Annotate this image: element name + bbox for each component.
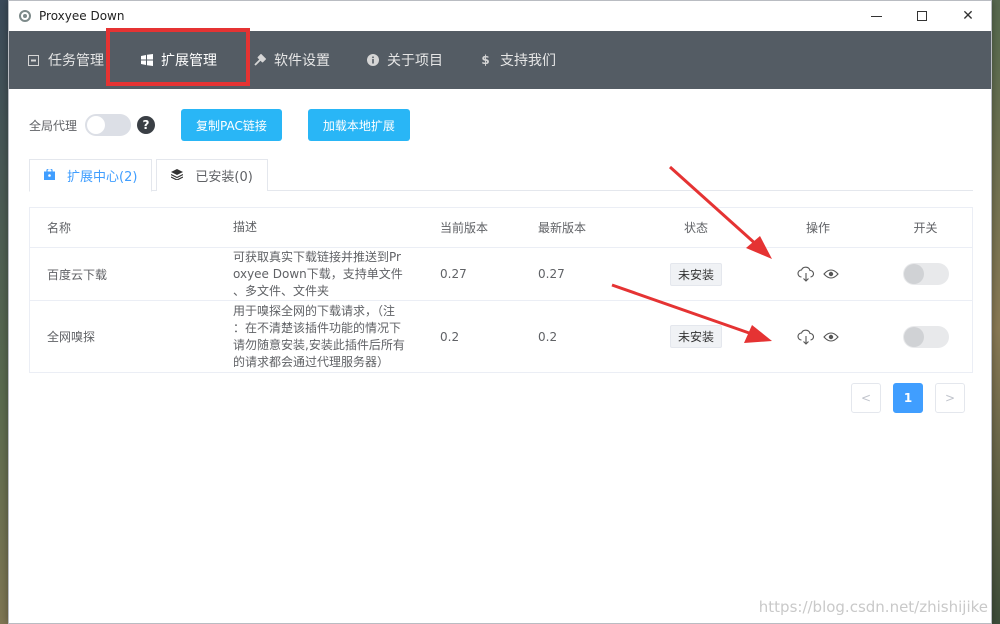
nav-item-label: 任务管理 — [48, 53, 104, 69]
tab-label: 已安装(0) — [195, 170, 253, 185]
page-number-button[interactable]: 1 — [893, 383, 923, 413]
layers-icon — [171, 168, 184, 183]
minimize-button[interactable] — [853, 1, 899, 31]
description-line: 用于嗅探全网的下载请求，（注 — [233, 303, 396, 318]
info-icon — [366, 54, 379, 67]
column-header-current-version: 当前版本 — [440, 221, 489, 235]
description-line: 的请求都会通过代理服务器） — [233, 354, 390, 369]
task-icon — [27, 54, 40, 67]
highlight-annotation — [106, 28, 250, 86]
column-header-description: 描述 — [233, 220, 258, 234]
tab-label: 扩展中心(2) — [67, 170, 138, 185]
description-line: oxyee Down下载，支持单文件 — [233, 266, 403, 281]
latest-version: 0.27 — [538, 267, 565, 281]
maximize-button[interactable] — [899, 1, 945, 31]
window-title: Proxyee Down — [39, 9, 125, 23]
copy-pac-button[interactable]: 复制PAC链接 — [181, 109, 282, 141]
column-header-status: 状态 — [683, 221, 708, 235]
latest-version: 0.2 — [538, 329, 558, 344]
nav-item-settings[interactable]: 软件设置 — [235, 31, 348, 89]
help-icon[interactable]: ? — [137, 116, 156, 134]
main-content: 全局代理 ? 复制PAC链接 加载本地扩展 扩展中心(2) 已安装(0) 名称 … — [9, 89, 991, 433]
status-cell: 未安装 — [635, 262, 757, 286]
column-header-name: 名称 — [47, 221, 72, 235]
nav-item-label: 软件设置 — [274, 53, 330, 69]
extension-switch[interactable] — [902, 325, 949, 348]
close-button[interactable]: ✕ — [945, 1, 991, 31]
current-version: 0.27 — [440, 267, 467, 281]
column-header-latest-version: 最新版本 — [538, 221, 587, 235]
window-controls: ✕ — [853, 1, 991, 31]
load-local-extension-button[interactable]: 加载本地扩展 — [307, 109, 410, 141]
status-cell: 未安装 — [635, 325, 757, 348]
eye-icon[interactable] — [823, 268, 839, 280]
status-badge: 未安装 — [669, 262, 722, 286]
extension-name: 全网嗅探 — [47, 330, 96, 344]
global-proxy-label: 全局代理 — [29, 118, 78, 133]
description-line: 可获取真实下载链接并推送到Pr — [233, 249, 401, 264]
toolbar: 全局代理 ? 复制PAC链接 加载本地扩展 — [29, 109, 971, 141]
next-page-button[interactable]: > — [935, 383, 965, 413]
nav-item-label: 支持我们 — [500, 53, 556, 69]
actions-cell — [757, 266, 879, 282]
cloud-download-icon[interactable] — [797, 329, 815, 345]
extension-table: 名称 描述 当前版本 最新版本 状态 操作 开关 百度云下载 可获取真实下载链接… — [29, 207, 973, 373]
description-line: ：在不清楚该插件功能的情况下 — [233, 320, 402, 335]
watermark: https://blog.csdn.net/zhishijike — [758, 598, 988, 616]
app-window: Proxyee Down ✕ 任务管理 扩展管理 软件设置 关于项目 $ 支持我… — [8, 0, 992, 624]
extension-name: 百度云下载 — [47, 267, 108, 282]
extension-description: 可获取真实下载链接并推送到Pr oxyee Down下载，支持单文件 、多文件、… — [233, 249, 436, 300]
description-line: 、多文件、文件夹 — [233, 283, 330, 298]
actions-cell — [757, 329, 879, 345]
eye-icon[interactable] — [823, 331, 839, 343]
maximize-icon — [917, 11, 927, 21]
extension-switch[interactable] — [902, 263, 949, 285]
switch-cell — [879, 325, 972, 348]
global-proxy-switch[interactable] — [85, 114, 132, 136]
cloud-download-icon[interactable] — [797, 266, 815, 282]
pagination: < 1 > — [29, 383, 973, 413]
extension-description: 用于嗅探全网的下载请求，（注 ：在不清楚该插件功能的情况下 请勿随意安装,安装此… — [233, 303, 436, 371]
table-row: 全网嗅探 用于嗅探全网的下载请求，（注 ：在不清楚该插件功能的情况下 请勿随意安… — [30, 301, 972, 372]
description-line: 请勿随意安装,安装此插件后所有 — [233, 337, 405, 352]
prev-page-button[interactable]: < — [851, 383, 881, 413]
settings-icon — [253, 54, 266, 67]
tab-installed[interactable]: 已安装(0) — [156, 159, 268, 191]
tab-extension-center[interactable]: 扩展中心(2) — [29, 159, 153, 192]
shop-bag-icon — [44, 167, 55, 183]
current-version: 0.2 — [440, 329, 460, 344]
switch-cell — [879, 263, 972, 285]
dollar-icon: $ — [481, 53, 490, 67]
extension-tabs: 扩展中心(2) 已安装(0) — [29, 159, 973, 192]
column-header-switch: 开关 — [913, 221, 938, 235]
table-row: 百度云下载 可获取真实下载链接并推送到Pr oxyee Down下载，支持单文件… — [30, 248, 972, 301]
minimize-icon — [870, 15, 882, 17]
title-bar: Proxyee Down ✕ — [9, 1, 991, 31]
status-badge: 未安装 — [669, 325, 722, 348]
nav-item-about[interactable]: 关于项目 — [348, 31, 461, 89]
app-logo-icon — [19, 10, 31, 22]
close-icon: ✕ — [962, 8, 974, 24]
column-header-actions: 操作 — [805, 221, 830, 235]
nav-item-label: 关于项目 — [387, 53, 443, 69]
nav-item-support[interactable]: $ 支持我们 — [461, 31, 574, 89]
table-header: 名称 描述 当前版本 最新版本 状态 操作 开关 — [30, 208, 972, 248]
